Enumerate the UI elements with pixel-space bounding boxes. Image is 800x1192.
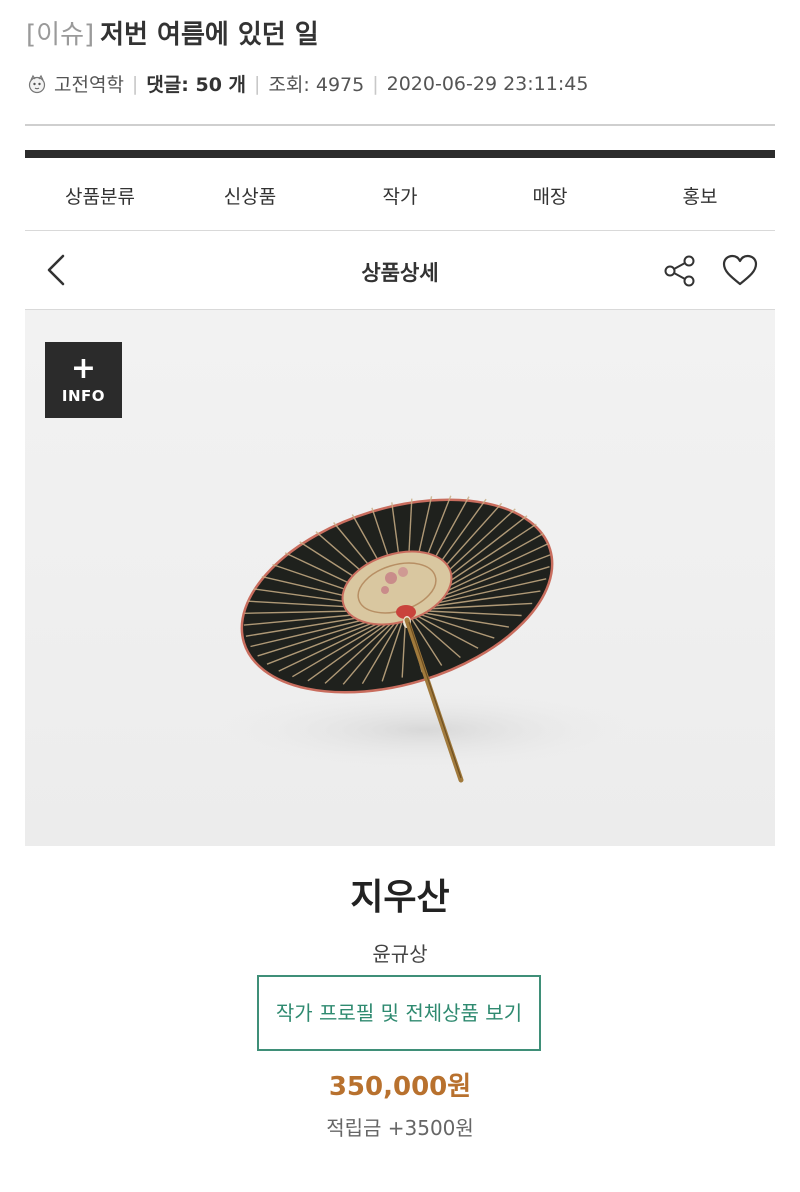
meta-divider: | <box>372 72 379 95</box>
artist-profile-button[interactable]: 작가 프로필 및 전체상품 보기 <box>257 975 541 1051</box>
nav-item-new[interactable]: 신상품 <box>175 182 325 209</box>
post-views: 조회: 4975 <box>268 74 365 96</box>
shop-top-bar <box>25 150 775 158</box>
post-author[interactable]: 고전역학 <box>54 70 124 97</box>
meta-divider: | <box>254 72 261 95</box>
product-name: 지우산 <box>350 877 450 918</box>
nav-item-category[interactable]: 상품분류 <box>25 182 175 209</box>
plus-icon: + <box>70 351 97 386</box>
nav-item-promo[interactable]: 홍보 <box>625 182 775 209</box>
nav-item-store[interactable]: 매장 <box>475 182 625 209</box>
info-label: INFO <box>61 387 106 405</box>
nav-item-artist[interactable]: 작가 <box>325 182 475 209</box>
post-title-text: 저번 여름에 있던 일 <box>100 20 319 50</box>
page: [이슈] 저번 여름에 있던 일 고전역학 | 댓글: 50 개 | 조회: 49… <box>0 0 800 1192</box>
info-button[interactable]: + INFO <box>45 342 122 418</box>
meta-divider: | <box>131 72 139 95</box>
post-datetime: 2020-06-29 23:11:45 <box>386 72 589 95</box>
umbrella-illustration <box>215 495 635 783</box>
product-price: 350,000원 <box>328 1072 472 1102</box>
reward-points: 적립금 +3500원 <box>326 1116 474 1140</box>
shop-nav: 상품분류 신상품 작가 매장 홍보 <box>25 160 775 231</box>
avatar-icon <box>26 73 48 95</box>
post-comments[interactable]: 댓글: 50 개 <box>146 70 246 97</box>
post-title: [이슈] 저번 여름에 있던 일 <box>26 14 319 51</box>
heart-icon[interactable] <box>721 253 759 289</box>
post-tag: [이슈] <box>26 20 95 50</box>
detail-header: 상품상세 <box>25 231 775 310</box>
post-meta: 고전역학 | 댓글: 50 개 | 조회: 4975 | 2020-06-29 … <box>26 70 588 97</box>
artist-name: 윤규상 <box>372 942 428 966</box>
product-image: + INFO <box>25 310 775 846</box>
post-divider <box>25 124 775 126</box>
share-icon[interactable] <box>662 253 698 289</box>
